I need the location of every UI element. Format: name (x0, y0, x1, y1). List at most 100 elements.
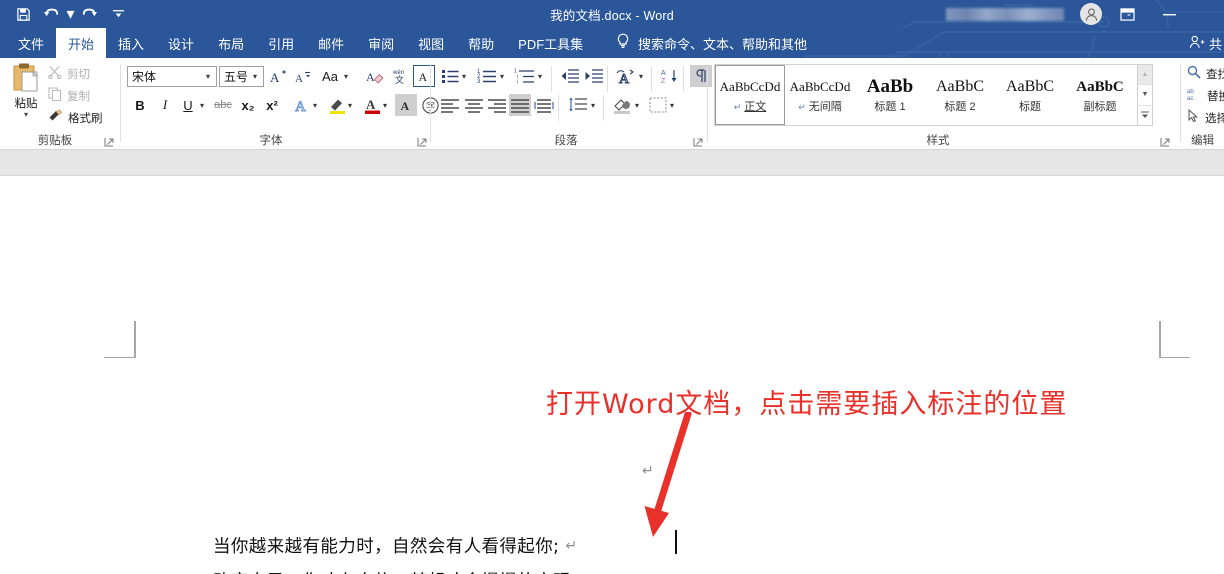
tab-review[interactable]: 审阅 (356, 28, 406, 58)
find-button[interactable]: 查找 (1187, 65, 1224, 82)
tab-layout[interactable]: 布局 (206, 28, 256, 58)
borders-dropdown-icon[interactable]: ▾ (667, 94, 677, 116)
minimize-button[interactable] (1150, 0, 1188, 28)
document-page[interactable]: 打开Word文档，点击需要插入标注的位置 ↵ 当你越来越有能力时，自然会有人看得… (0, 176, 1224, 574)
group-label-editing: 编辑 (1191, 135, 1214, 147)
document-text-body[interactable]: 当你越来越有能力时，自然会有人看得起你; ↵ 改变自己，你才有自信，梦想才会慢慢… (213, 528, 607, 574)
change-case-button[interactable]: Aa (319, 65, 341, 87)
tab-references[interactable]: 引用 (256, 28, 306, 58)
superscript-button[interactable]: x² (261, 94, 283, 116)
document-line: 当你越来越有能力时，自然会有人看得起你; ↵ (213, 528, 607, 563)
bold-button[interactable]: B (129, 94, 151, 116)
ribbon-display-options-icon[interactable] (1108, 0, 1146, 28)
svg-text:A: A (661, 70, 666, 77)
numbering-dropdown-icon[interactable]: ▾ (497, 65, 507, 87)
select-label: 选择 (1205, 112, 1224, 125)
phonetic-guide-button[interactable]: wén 文 (389, 65, 411, 87)
align-left-button[interactable] (439, 94, 461, 116)
search-input[interactable]: 搜索命令、文本、帮助和其他 (616, 28, 807, 58)
shading-button[interactable] (611, 94, 633, 116)
multilevel-list-dropdown-icon[interactable]: ▾ (535, 65, 545, 87)
undo-dropdown-icon[interactable]: ▾ (66, 2, 75, 26)
save-icon[interactable] (10, 2, 36, 26)
search-icon (1187, 65, 1201, 82)
styles-scroll-down-button[interactable]: ▼ (1138, 85, 1152, 106)
tab-pdf-tools[interactable]: PDF工具集 (506, 28, 595, 58)
separator (551, 66, 552, 92)
group-styles: AaBbCcDd ↵ 正文 AaBbCcDd ↵ 无间隔 AaBb 标题 1 A… (708, 58, 1181, 150)
customize-qat-icon[interactable] (105, 2, 131, 26)
numbering-button[interactable]: 123 (476, 65, 498, 87)
copy-button[interactable]: 复制 (48, 87, 90, 104)
decrease-indent-button[interactable] (559, 65, 581, 87)
chinese-layout-button[interactable]: A (615, 65, 637, 87)
subscript-button[interactable]: x₂ (237, 94, 259, 116)
font-size-combo[interactable]: 五号 ▾ (219, 66, 264, 87)
style-item-body[interactable]: AaBbCcDd ↵ 正文 (715, 65, 785, 125)
font-dialog-launcher[interactable] (417, 135, 429, 147)
paste-button[interactable]: 粘贴 ▾ (6, 62, 46, 126)
style-item-heading-2[interactable]: AaBbC 标题 2 (925, 65, 995, 125)
character-shading-button[interactable]: A (395, 94, 417, 116)
tab-home[interactable]: 开始 (56, 28, 107, 58)
align-right-button[interactable] (486, 94, 508, 116)
chinese-layout-dropdown-icon[interactable]: ▾ (636, 65, 646, 87)
paragraph-mark: ↵ (642, 462, 654, 478)
change-case-label: Aa (322, 68, 338, 84)
styles-scrollbar[interactable]: ▲ ▼ (1138, 64, 1153, 126)
undo-icon[interactable] (38, 2, 64, 26)
select-button[interactable]: 选择 (1187, 108, 1224, 126)
tab-help[interactable]: 帮助 (456, 28, 506, 58)
cut-button[interactable]: 剪切 (48, 65, 90, 82)
sort-button[interactable]: AZ (660, 65, 682, 87)
bullets-dropdown-icon[interactable]: ▾ (459, 65, 469, 87)
font-color-dropdown-icon[interactable]: ▾ (380, 94, 390, 116)
paste-dropdown-icon[interactable]: ▾ (24, 111, 28, 119)
line-spacing-dropdown-icon[interactable]: ▾ (588, 94, 598, 116)
tab-mailings[interactable]: 邮件 (306, 28, 356, 58)
style-item-heading-1[interactable]: AaBb 标题 1 (855, 65, 925, 125)
chevron-down-icon[interactable]: ▾ (202, 72, 214, 81)
style-item-subtitle[interactable]: AaBbC 副标题 (1065, 65, 1135, 125)
chevron-down-icon[interactable]: ▾ (249, 72, 261, 81)
tab-design[interactable]: 设计 (156, 28, 206, 58)
paragraph-dialog-launcher[interactable] (693, 135, 705, 147)
italic-button[interactable]: I (154, 94, 176, 116)
font-name-combo[interactable]: 宋体 ▾ (127, 66, 217, 87)
text-effects-dropdown-icon[interactable]: ▾ (310, 94, 320, 116)
justify-button[interactable] (509, 94, 531, 116)
shading-dropdown-icon[interactable]: ▾ (632, 94, 642, 116)
shrink-font-button[interactable]: A (291, 65, 313, 87)
strikethrough-button[interactable]: abc (212, 94, 234, 116)
bullets-button[interactable] (439, 65, 461, 87)
tab-file[interactable]: 文件 (6, 28, 56, 58)
clipboard-dialog-launcher[interactable] (104, 135, 116, 147)
increase-indent-button[interactable] (583, 65, 605, 87)
avatar[interactable] (1080, 3, 1102, 25)
redo-icon[interactable] (77, 2, 103, 26)
style-item-title[interactable]: AaBbC 标题 (995, 65, 1065, 125)
share-button[interactable]: 共 (1189, 31, 1222, 55)
multilevel-list-button[interactable]: 1ii (513, 65, 535, 87)
style-preview: AaBb (866, 75, 914, 97)
align-center-button[interactable] (463, 94, 485, 116)
underline-dropdown-icon[interactable]: ▾ (197, 94, 207, 116)
style-item-no-spacing[interactable]: AaBbCcDd ↵ 无间隔 (785, 65, 855, 125)
styles-more-button[interactable] (1138, 105, 1152, 125)
tab-view[interactable]: 视图 (406, 28, 456, 58)
styles-scroll-up-button[interactable]: ▲ (1138, 65, 1152, 86)
change-case-dropdown-icon[interactable]: ▾ (341, 65, 351, 87)
distribute-button[interactable] (533, 94, 555, 116)
replace-button[interactable]: abac 替换 (1187, 87, 1224, 104)
grow-font-button[interactable]: A (267, 65, 289, 87)
format-painter-button[interactable]: 格式刷 (48, 109, 103, 126)
underline-button[interactable]: U (177, 94, 199, 116)
line-spacing-button[interactable] (567, 94, 589, 116)
highlight-dropdown-icon[interactable]: ▾ (345, 94, 355, 116)
borders-button[interactable] (647, 94, 669, 116)
styles-dialog-launcher[interactable] (1160, 135, 1172, 147)
tab-insert[interactable]: 插入 (106, 28, 156, 58)
svg-text:A: A (419, 70, 428, 83)
clear-formatting-button[interactable]: A (364, 65, 386, 87)
paste-label: 粘贴 (14, 98, 38, 110)
